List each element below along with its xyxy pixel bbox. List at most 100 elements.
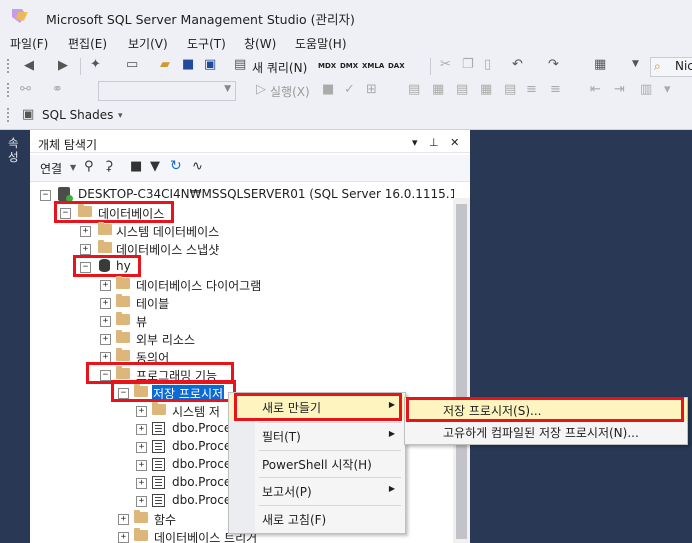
- expand-toggle-icon[interactable]: +: [118, 514, 129, 525]
- save-icon[interactable]: ■: [182, 57, 194, 72]
- available-databases-combo[interactable]: ▼: [98, 81, 236, 101]
- solution-explorer-icon[interactable]: ▦: [594, 57, 606, 72]
- comment-icon[interactable]: ≡: [526, 82, 537, 97]
- increase-indent-icon[interactable]: ⇥: [614, 82, 625, 97]
- change-connection-icon[interactable]: ⚭: [52, 82, 63, 97]
- highlight-box-db-hy: [73, 255, 141, 277]
- expand-toggle-icon[interactable]: +: [100, 298, 111, 309]
- stop-icon[interactable]: ■: [130, 159, 142, 174]
- highlight-box-stored-procedure-submenu: [406, 397, 684, 422]
- sql-shades-button[interactable]: SQL Shades: [42, 108, 113, 122]
- menu-item-filter[interactable]: 필터(T) ▶: [229, 424, 405, 448]
- parse-icon[interactable]: ✓: [344, 82, 355, 97]
- new-project-icon[interactable]: ✦: [90, 57, 101, 72]
- menu-item-refresh[interactable]: 새로 고침(F): [229, 507, 405, 531]
- search-icon: ⌕: [654, 59, 661, 73]
- sql-shades-icon[interactable]: ▣: [22, 107, 34, 122]
- procedure-label: dbo.Proce: [172, 493, 232, 507]
- new-file-icon[interactable]: ▭: [126, 57, 138, 72]
- results-grid-icon[interactable]: ▦: [480, 82, 492, 97]
- chevron-down-icon: ▼: [224, 84, 231, 94]
- expand-toggle-icon[interactable]: +: [136, 496, 147, 507]
- open-folder-icon[interactable]: ▰: [160, 57, 170, 72]
- highlight-box-new: [234, 393, 402, 421]
- properties-side-tab[interactable]: 속성: [8, 136, 24, 164]
- menu-item-reports[interactable]: 보고서(P) ▶: [229, 479, 405, 503]
- undo-icon[interactable]: ↶: [512, 57, 523, 72]
- expand-toggle-icon[interactable]: +: [80, 226, 91, 237]
- connect-button[interactable]: 연결: [40, 160, 62, 177]
- expand-toggle-icon[interactable]: +: [100, 280, 111, 291]
- search-combo[interactable]: ⌕ Nic: [650, 57, 692, 77]
- menu-file[interactable]: 파일(F): [10, 35, 48, 52]
- submenu-arrow-icon: ▶: [388, 484, 395, 493]
- specify-values-icon[interactable]: ▥: [640, 82, 652, 97]
- chevron-down-icon[interactable]: ▼: [70, 163, 76, 172]
- toolbar-overflow-icon[interactable]: ▾: [118, 111, 123, 121]
- redo-icon[interactable]: ↷: [548, 57, 559, 72]
- folder-icon: [134, 510, 148, 523]
- folder-icon: [116, 312, 130, 325]
- expand-toggle-icon[interactable]: +: [100, 334, 111, 345]
- menu-view[interactable]: 보기(V): [128, 35, 168, 52]
- highlight-box-databases: [54, 201, 174, 223]
- menu-tools[interactable]: 도구(T): [187, 35, 226, 52]
- decrease-indent-icon[interactable]: ⇤: [590, 82, 601, 97]
- expand-toggle-icon[interactable]: +: [136, 478, 147, 489]
- expand-toggle-icon[interactable]: +: [136, 460, 147, 471]
- dropdown-arrow-icon[interactable]: ▼: [632, 59, 639, 69]
- save-all-icon[interactable]: ▣: [204, 57, 216, 72]
- results-text-icon[interactable]: ▤: [456, 82, 468, 97]
- mdx-query-button[interactable]: MDX: [318, 62, 336, 70]
- views-label: 뷰: [136, 315, 148, 329]
- cut-icon[interactable]: ✂: [440, 57, 451, 72]
- expand-toggle-icon[interactable]: +: [80, 244, 91, 255]
- toolbar-grip[interactable]: [6, 107, 10, 124]
- disconnect-icon[interactable]: ⚳: [104, 159, 114, 174]
- forward-icon[interactable]: ▶: [58, 58, 68, 73]
- toolbar-options-icon[interactable]: ▾: [664, 82, 671, 97]
- submenu-item-native-compiled[interactable]: 고유하게 컴파일된 저장 프로시저(N)...: [405, 421, 687, 443]
- procedure-label: dbo.Proce: [172, 457, 232, 471]
- connect-plug-icon[interactable]: ⚲: [84, 159, 94, 174]
- submenu-item-native-compiled-label: 고유하게 컴파일된 저장 프로시저(N)...: [443, 426, 639, 440]
- connect-icon[interactable]: ⚯: [20, 82, 31, 97]
- toolbar-grip[interactable]: [6, 82, 10, 99]
- panel-window-controls[interactable]: ▾ ⊥ ✕: [412, 136, 463, 149]
- expand-toggle-icon[interactable]: +: [136, 442, 147, 453]
- expand-toggle-icon[interactable]: +: [100, 316, 111, 327]
- refresh-icon[interactable]: ↻: [170, 158, 182, 174]
- include-plan-icon[interactable]: ▦: [432, 82, 444, 97]
- collapse-toggle-icon[interactable]: −: [40, 190, 51, 201]
- results-file-icon[interactable]: ▤: [504, 82, 516, 97]
- expand-toggle-icon[interactable]: +: [136, 424, 147, 435]
- menu-window[interactable]: 창(W): [244, 35, 276, 52]
- execute-icon[interactable]: ▷: [256, 82, 266, 97]
- filter-icon[interactable]: ▼: [150, 159, 160, 174]
- toolbar-grip[interactable]: [6, 58, 10, 75]
- scrollbar-thumb[interactable]: [456, 204, 467, 539]
- menu-help[interactable]: 도움말(H): [295, 35, 347, 52]
- dax-query-button[interactable]: DAX: [388, 62, 405, 70]
- stop-icon[interactable]: ■: [322, 82, 334, 97]
- copy-icon[interactable]: ❐: [462, 57, 474, 72]
- new-query-icon[interactable]: ▤: [234, 57, 246, 72]
- tree-vertical-scrollbar[interactable]: [453, 198, 470, 543]
- menu-item-reports-label: 보고서(P): [262, 485, 312, 499]
- activity-monitor-icon[interactable]: ∿: [192, 159, 203, 174]
- menu-item-powershell[interactable]: PowerShell 시작(H): [229, 452, 405, 476]
- expand-toggle-icon[interactable]: +: [118, 532, 129, 543]
- external-resources-label: 외부 리소스: [136, 333, 196, 347]
- query-designer-icon[interactable]: ▤: [408, 82, 420, 97]
- xmla-query-button[interactable]: XMLA: [362, 62, 384, 70]
- expand-toggle-icon[interactable]: +: [136, 406, 147, 417]
- paste-icon[interactable]: ▯: [484, 57, 491, 72]
- execute-button[interactable]: 실행(X): [270, 83, 310, 100]
- menu-separator: [259, 422, 401, 423]
- display-plan-icon[interactable]: ⊞: [366, 82, 377, 97]
- menu-edit[interactable]: 편집(E): [68, 35, 107, 52]
- new-query-button[interactable]: 새 쿼리(N): [252, 59, 307, 76]
- uncomment-icon[interactable]: ≡: [550, 82, 561, 97]
- dmx-query-button[interactable]: DMX: [340, 62, 358, 70]
- back-icon[interactable]: ◀: [24, 58, 34, 73]
